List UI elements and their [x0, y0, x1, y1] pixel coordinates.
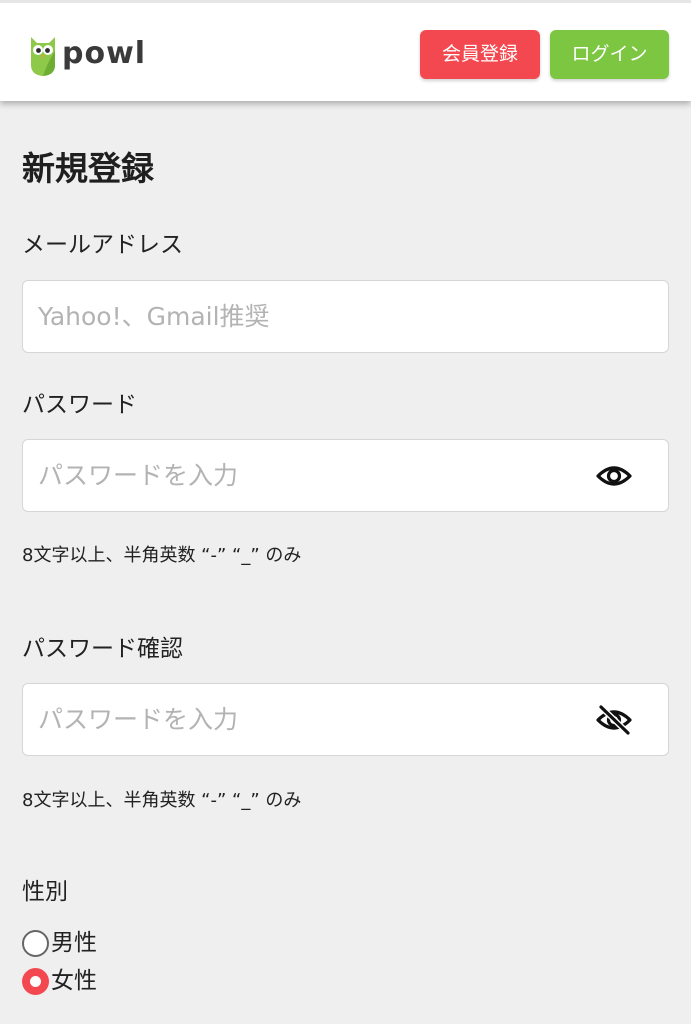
gender-option-label: 女性 — [51, 968, 97, 994]
password-label: パスワード — [22, 392, 137, 418]
logo-wordmark: powl — [62, 36, 147, 71]
gender-label: 性別 — [22, 879, 68, 905]
email-field-box — [22, 280, 669, 353]
eye-icon[interactable] — [596, 461, 632, 491]
password-confirm-label: パスワード確認 — [22, 636, 183, 662]
register-button[interactable]: 会員登録 — [420, 30, 540, 79]
email-field[interactable] — [38, 281, 598, 352]
password-confirm-field-box — [22, 683, 669, 756]
radio-checked-icon[interactable] — [22, 967, 49, 995]
radio-unchecked-icon[interactable] — [22, 929, 49, 957]
page-title: 新規登録 — [22, 149, 154, 188]
gender-option-female[interactable]: 女性 — [22, 965, 97, 997]
login-button[interactable]: ログイン — [550, 30, 669, 79]
gender-option-male[interactable]: 男性 — [22, 927, 97, 959]
gender-option-label: 男性 — [51, 930, 97, 956]
password-confirm-field[interactable] — [38, 684, 598, 755]
password-hint: 8文字以上、半角英数 “-” “_” のみ — [22, 545, 302, 566]
site-header: powl 会員登録 ログイン — [0, 0, 691, 101]
password-field-box — [22, 439, 669, 512]
owl-logo-icon — [31, 37, 55, 76]
eye-off-icon[interactable] — [596, 705, 632, 735]
powl-logo[interactable]: powl — [28, 31, 146, 77]
email-label: メールアドレス — [22, 232, 183, 258]
password-field[interactable] — [38, 440, 598, 511]
password-confirm-hint: 8文字以上、半角英数 “-” “_” のみ — [22, 790, 302, 811]
